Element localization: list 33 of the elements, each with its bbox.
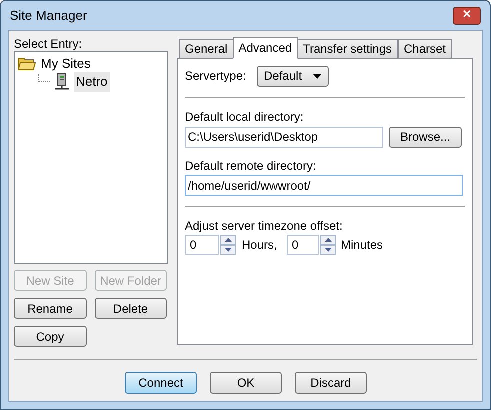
window-title: Site Manager: [10, 6, 88, 25]
local-directory-field[interactable]: C:\Users\userid\Desktop: [185, 126, 383, 148]
dropdown-value: Default: [264, 68, 302, 85]
servertype-dropdown[interactable]: Default: [257, 66, 329, 86]
server-icon: [53, 73, 71, 91]
select-entry-label: Select Entry:: [14, 36, 84, 51]
dialog-button[interactable]: Discard: [295, 372, 367, 394]
dropdown-arrow-icon: [313, 74, 322, 78]
folder-icon: [18, 57, 36, 71]
site-action-button[interactable]: Rename: [14, 298, 86, 319]
browse-button[interactable]: Browse...: [389, 126, 462, 148]
minutes-label: Minutes: [341, 237, 384, 254]
hours-spinner[interactable]: [220, 235, 236, 255]
servertype-label: Servertype:: [185, 68, 247, 85]
local-directory-label: Default local directory:: [185, 109, 305, 126]
site-action-button[interactable]: Copy: [14, 326, 86, 347]
hours-label: Hours,: [242, 237, 278, 254]
tab[interactable]: Transfer settings: [297, 39, 398, 58]
tab[interactable]: Advanced: [232, 37, 298, 59]
remote-directory-label: Default remote directory:: [185, 158, 318, 175]
timezone-offset-label: Adjust server timezone offset:: [185, 218, 344, 235]
tree-item[interactable]: My Sites: [39, 54, 93, 74]
tree-item[interactable]: Netro: [74, 72, 110, 92]
minutes-field[interactable]: 0: [287, 235, 319, 255]
site-action-button[interactable]: Delete: [94, 298, 167, 319]
dialog-button[interactable]: Connect: [125, 372, 197, 394]
minutes-spinner[interactable]: [320, 235, 336, 255]
tab[interactable]: General: [179, 39, 234, 58]
remote-directory-field[interactable]: /home/userid/wwwroot/: [185, 175, 463, 196]
close-button[interactable]: ✕: [453, 6, 481, 24]
tab[interactable]: Charset: [398, 39, 452, 58]
dialog-button[interactable]: OK: [210, 372, 282, 394]
hours-field[interactable]: 0: [185, 235, 219, 255]
